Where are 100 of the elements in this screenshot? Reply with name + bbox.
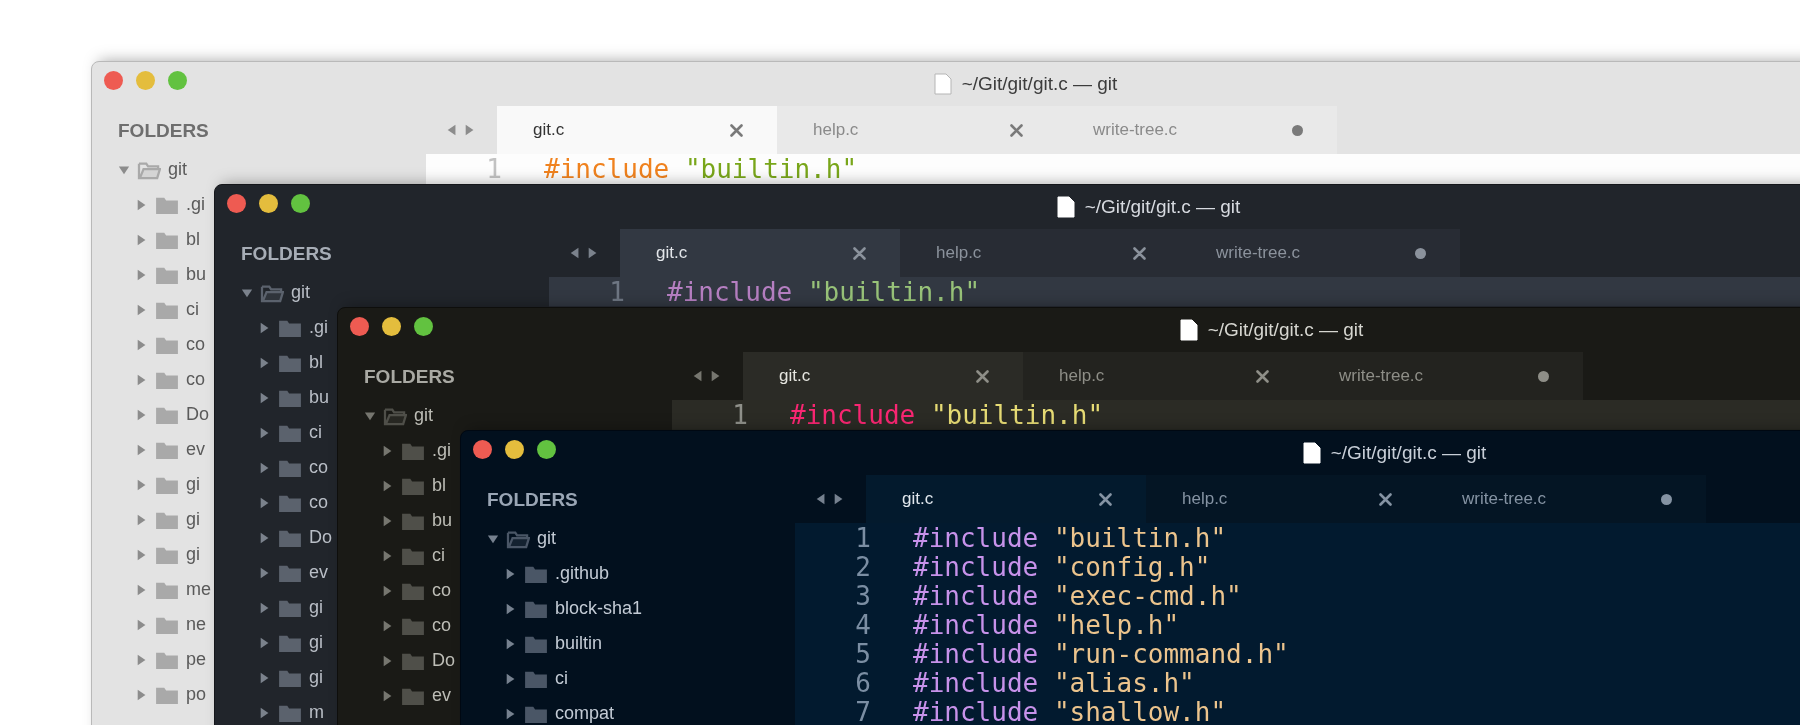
close-icon[interactable] <box>853 246 866 260</box>
disclosure-arrow-icon[interactable] <box>136 198 148 211</box>
editor-tab[interactable]: help.c <box>1023 352 1303 400</box>
tree-item[interactable]: builtin <box>505 633 603 654</box>
tree-item[interactable]: bl <box>259 352 323 373</box>
disclosure-arrow-icon[interactable] <box>259 461 271 474</box>
tree-item[interactable]: me <box>136 579 211 600</box>
disclosure-arrow-icon[interactable] <box>136 443 148 456</box>
minimize-button[interactable] <box>259 194 278 213</box>
tree-item[interactable]: bu <box>259 387 330 408</box>
tree-item[interactable]: .gi <box>259 317 328 338</box>
close-icon[interactable] <box>1010 123 1023 137</box>
back-arrow-icon[interactable] <box>692 370 704 382</box>
disclosure-arrow-icon[interactable] <box>382 444 394 457</box>
tree-item[interactable]: pe <box>136 649 207 670</box>
disclosure-arrow-icon[interactable] <box>382 549 394 562</box>
dot-icon[interactable] <box>1661 493 1672 505</box>
disclosure-arrow-icon[interactable] <box>382 619 394 632</box>
editor-tab[interactable]: write-tree.c <box>1180 229 1460 277</box>
disclosure-arrow-icon[interactable] <box>505 637 517 650</box>
tree-item[interactable]: ci <box>136 299 199 320</box>
zoom-button[interactable] <box>414 317 433 336</box>
tree-item[interactable]: gi <box>259 632 323 653</box>
tree-item[interactable]: co <box>382 615 451 636</box>
tree-item[interactable]: ne <box>136 614 207 635</box>
forward-arrow-icon[interactable] <box>710 370 722 382</box>
tree-item[interactable]: gi <box>136 509 200 530</box>
disclosure-arrow-icon[interactable] <box>136 408 148 421</box>
editor-tab[interactable]: git.c <box>743 352 1023 400</box>
tree-item[interactable]: co <box>259 457 328 478</box>
disclosure-arrow-icon[interactable] <box>259 601 271 614</box>
disclosure-arrow-icon[interactable] <box>259 531 271 544</box>
disclosure-arrow-icon[interactable] <box>259 566 271 579</box>
disclosure-arrow-icon[interactable] <box>136 618 148 631</box>
disclosure-arrow-icon[interactable] <box>136 233 148 246</box>
disclosure-arrow-icon[interactable] <box>259 391 271 404</box>
close-button[interactable] <box>350 317 369 336</box>
disclosure-arrow-icon[interactable] <box>259 706 271 719</box>
tree-item[interactable]: ci <box>259 422 322 443</box>
editor-tab[interactable]: help.c <box>1146 475 1426 523</box>
tree-item[interactable]: co <box>136 369 205 390</box>
tree-item[interactable]: m <box>259 702 324 723</box>
back-arrow-icon[interactable] <box>815 493 827 505</box>
tree-item[interactable]: ci <box>505 668 568 689</box>
tree-item[interactable]: gi <box>259 597 323 618</box>
zoom-button[interactable] <box>291 194 310 213</box>
close-icon[interactable] <box>1256 369 1269 383</box>
disclosure-arrow-icon[interactable] <box>259 426 271 439</box>
tree-item[interactable]: ev <box>382 685 451 706</box>
tree-item[interactable]: git <box>487 528 556 549</box>
minimize-button[interactable] <box>505 440 524 459</box>
close-button[interactable] <box>104 71 123 90</box>
tree-item[interactable]: po <box>136 684 207 705</box>
back-arrow-icon[interactable] <box>446 124 458 136</box>
disclosure-arrow-icon[interactable] <box>382 584 394 597</box>
editor-tab[interactable]: write-tree.c <box>1303 352 1583 400</box>
editor-tab[interactable]: git.c <box>620 229 900 277</box>
close-button[interactable] <box>227 194 246 213</box>
disclosure-arrow-icon[interactable] <box>136 548 148 561</box>
tree-item[interactable]: .gi <box>136 194 205 215</box>
disclosure-arrow-icon[interactable] <box>136 688 148 701</box>
disclosure-arrow-icon[interactable] <box>259 321 271 334</box>
disclosure-arrow-icon[interactable] <box>136 653 148 666</box>
disclosure-arrow-icon[interactable] <box>259 496 271 509</box>
close-icon[interactable] <box>1099 492 1112 506</box>
tree-item[interactable]: .github <box>505 563 610 584</box>
tree-item[interactable]: co <box>382 580 451 601</box>
tree-item[interactable]: Do <box>136 404 209 425</box>
editor-tab[interactable]: write-tree.c <box>1426 475 1706 523</box>
editor-tab[interactable]: help.c <box>900 229 1180 277</box>
disclosure-arrow-icon[interactable] <box>136 513 148 526</box>
forward-arrow-icon[interactable] <box>464 124 476 136</box>
tree-item[interactable]: block-sha1 <box>505 598 643 619</box>
tree-item[interactable]: git <box>118 159 187 180</box>
tree-item[interactable]: ci <box>382 545 445 566</box>
disclosure-arrow-icon[interactable] <box>505 707 517 720</box>
tree-item[interactable]: Do <box>259 527 332 548</box>
dot-icon[interactable] <box>1538 370 1549 382</box>
disclosure-arrow-icon[interactable] <box>136 478 148 491</box>
tree-item[interactable]: git <box>364 405 433 426</box>
tree-item[interactable]: co <box>136 334 205 355</box>
tree-item[interactable]: bu <box>382 510 453 531</box>
dot-icon[interactable] <box>1415 247 1426 259</box>
tree-item[interactable]: git <box>241 282 310 303</box>
dot-icon[interactable] <box>1292 124 1303 136</box>
tree-item[interactable]: bl <box>136 229 200 250</box>
tree-item[interactable]: gi <box>136 544 200 565</box>
disclosure-arrow-icon[interactable] <box>136 373 148 386</box>
back-arrow-icon[interactable] <box>569 247 581 259</box>
disclosure-arrow-icon[interactable] <box>505 672 517 685</box>
disclosure-arrow-icon[interactable] <box>382 654 394 667</box>
tree-item[interactable]: gi <box>136 474 200 495</box>
disclosure-arrow-icon[interactable] <box>382 479 394 492</box>
tree-item[interactable]: bl <box>382 475 446 496</box>
disclosure-arrow-icon[interactable] <box>136 303 148 316</box>
tree-item[interactable]: compat <box>505 703 615 724</box>
tree-item[interactable]: Do <box>382 650 455 671</box>
disclosure-arrow-icon[interactable] <box>382 689 394 702</box>
minimize-button[interactable] <box>382 317 401 336</box>
close-icon[interactable] <box>730 123 743 137</box>
